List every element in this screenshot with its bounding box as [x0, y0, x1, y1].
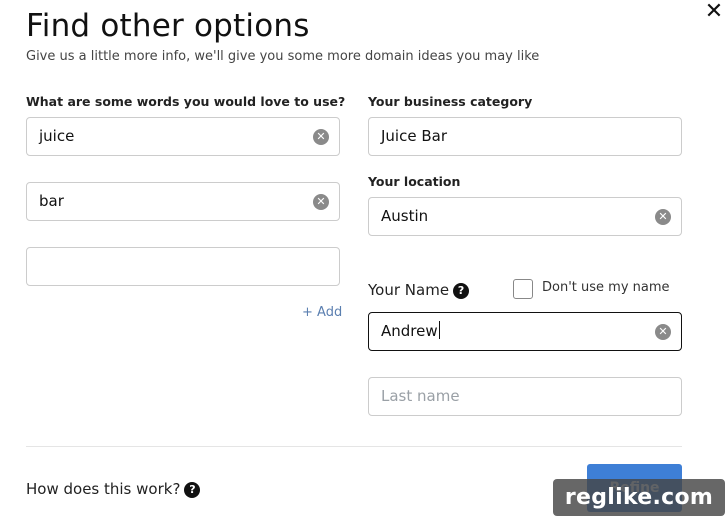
dont-use-name-checkbox[interactable]	[513, 279, 533, 299]
last-name-field[interactable]: Last name	[368, 377, 682, 416]
your-name-label-text: Your Name	[368, 281, 450, 299]
keyword-field-3[interactable]	[26, 247, 340, 286]
add-keyword-link[interactable]: + Add	[302, 305, 342, 320]
clear-icon[interactable]: ✕	[655, 209, 671, 225]
clear-icon[interactable]: ✕	[313, 129, 329, 145]
location-label: Your location	[368, 174, 461, 189]
close-icon[interactable]: ✕	[700, 0, 728, 26]
business-category-field[interactable]: Juice Bar	[368, 117, 682, 156]
clear-icon[interactable]: ✕	[313, 194, 329, 210]
dont-use-name-label[interactable]: Don't use my name	[542, 280, 670, 295]
business-category-label: Your business category	[368, 94, 533, 109]
clear-icon[interactable]: ✕	[655, 324, 671, 340]
how-does-this-work-link[interactable]: How does this work??	[26, 480, 201, 498]
question-circle-icon[interactable]: ?	[184, 482, 201, 498]
first-name-value: Andrew	[381, 321, 440, 340]
location-field[interactable]: Austin ✕	[368, 197, 682, 236]
keyword-field-1-value: juice	[39, 127, 75, 145]
your-name-label: Your Name?	[368, 281, 470, 299]
page-title: Find other options	[26, 8, 310, 44]
divider	[26, 446, 682, 447]
page-subtitle: Give us a little more info, we'll give y…	[26, 49, 540, 64]
watermark: reglike.com	[553, 479, 725, 516]
how-does-this-work-text: How does this work?	[26, 480, 181, 498]
first-name-field[interactable]: Andrew ✕	[368, 312, 682, 351]
keywords-label: What are some words you would love to us…	[26, 94, 346, 109]
keyword-field-2[interactable]: bar ✕	[26, 182, 340, 221]
keyword-field-2-value: bar	[39, 192, 64, 210]
question-circle-icon[interactable]: ?	[453, 283, 470, 299]
last-name-placeholder: Last name	[381, 387, 460, 405]
keyword-field-1[interactable]: juice ✕	[26, 117, 340, 156]
business-category-value: Juice Bar	[381, 127, 447, 145]
location-value: Austin	[381, 207, 429, 225]
